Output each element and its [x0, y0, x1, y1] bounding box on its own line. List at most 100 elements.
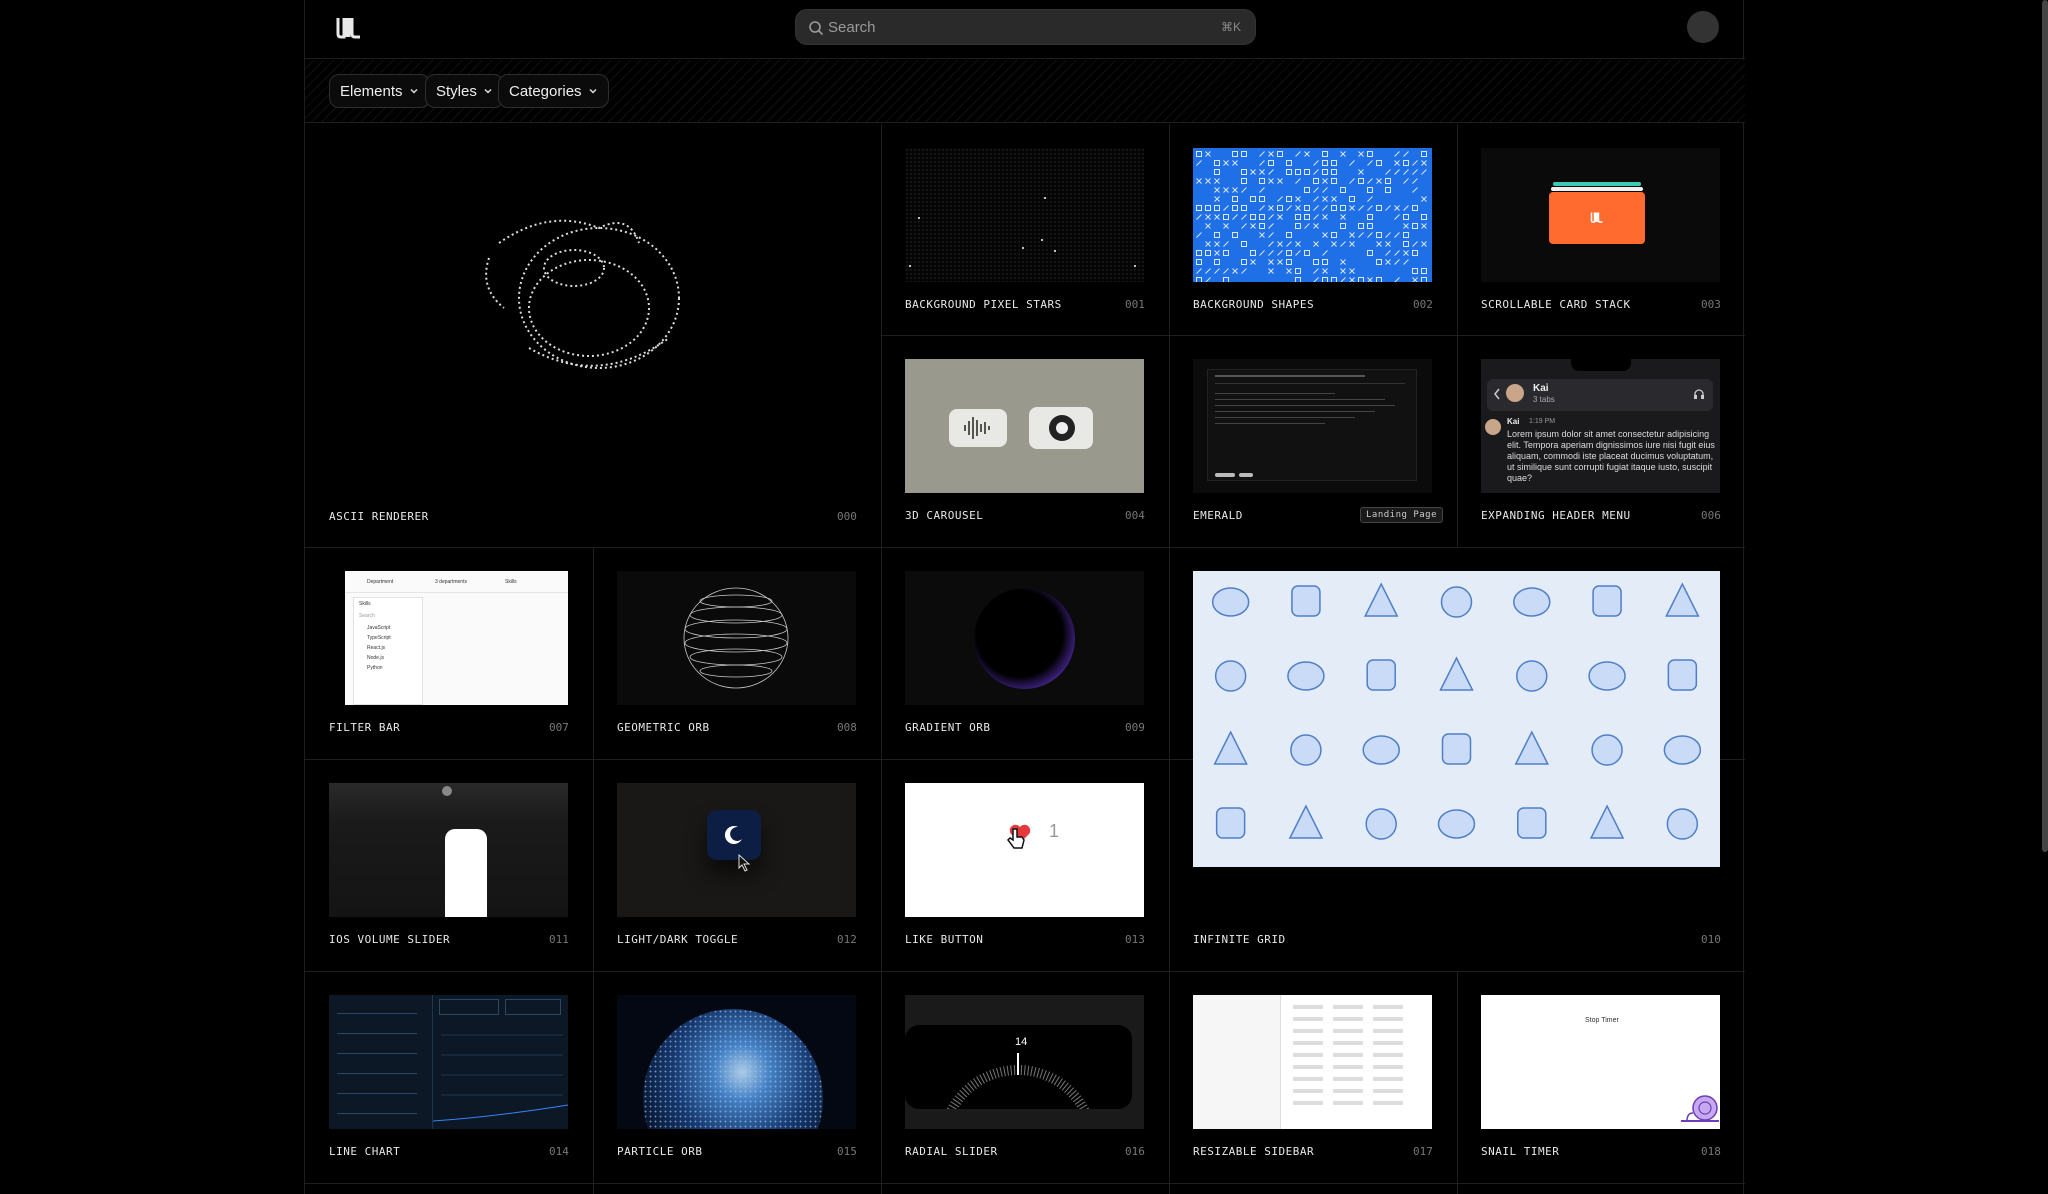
- pattern-shape: [1304, 205, 1310, 211]
- card-number: 006: [1701, 509, 1721, 522]
- pattern-shape: [1403, 214, 1409, 220]
- component-grid: ASCII Renderer 000 Background Pixel Star…: [305, 124, 1745, 1194]
- search-input[interactable]: Search ⌘K: [795, 9, 1256, 45]
- pattern-shape: [1385, 250, 1391, 256]
- card-thumbnail: Department 3 departments Skills Skills S…: [345, 571, 568, 705]
- card-line-chart[interactable]: Line Chart 014: [305, 971, 593, 1183]
- pattern-shape: [1376, 241, 1382, 247]
- card-title: Gradient Orb: [905, 721, 991, 734]
- pattern-shape: [1322, 205, 1328, 211]
- grid-icon: [1588, 661, 1626, 691]
- pattern-shape: [1412, 187, 1418, 193]
- pattern-shape: [1349, 277, 1355, 282]
- card-ascii-renderer[interactable]: ASCII Renderer 000: [305, 124, 881, 547]
- card-emerald[interactable]: Emerald Landing Page: [1169, 335, 1457, 547]
- card-snail-timer[interactable]: Stop Timer Snail Timer 018: [1457, 971, 1745, 1183]
- pattern-shape: [1241, 268, 1247, 274]
- card-thumbnail: [617, 571, 856, 705]
- card-thumbnail: [905, 359, 1144, 493]
- card-number: 018: [1701, 1145, 1721, 1158]
- pattern-shape: [1394, 151, 1400, 157]
- card-thumbnail: [329, 783, 568, 917]
- pattern-shape: [1223, 241, 1229, 247]
- card-infinite-grid[interactable]: Infinite Grid 010: [1169, 547, 1745, 971]
- pattern-shape: [1259, 196, 1265, 202]
- radial-tick: [1006, 1065, 1009, 1076]
- grid-icon: [1365, 808, 1397, 840]
- pattern-shape: [1367, 187, 1373, 193]
- card-title: ASCII Renderer: [329, 510, 429, 523]
- grid-icon: [1514, 730, 1549, 765]
- menu-title: Skills: [359, 601, 371, 607]
- user-avatar[interactable]: [1687, 11, 1719, 43]
- pattern-shape: [1286, 205, 1292, 211]
- styles-dropdown[interactable]: Styles: [425, 74, 504, 108]
- pattern-shape: [1286, 250, 1292, 256]
- pattern-shape: [1295, 277, 1301, 282]
- pattern-shape: [1367, 277, 1373, 282]
- card-ios-volume-slider[interactable]: iOS Volume Slider 011: [305, 759, 593, 971]
- card-title: Like Button: [905, 933, 984, 946]
- card-number: 000: [837, 510, 857, 523]
- radial-tick: [1048, 1072, 1054, 1083]
- filter-token: 3 departments: [435, 579, 467, 585]
- card-3d-carousel[interactable]: 3D Carousel 004: [881, 335, 1169, 547]
- card-gradient-orb[interactable]: Gradient Orb 009: [881, 547, 1169, 759]
- pattern-shape: [1286, 259, 1292, 265]
- card-radial-slider[interactable]: 14 Radial Slider 016: [881, 971, 1169, 1183]
- brand-logo-icon[interactable]: [335, 13, 363, 41]
- pattern-shape: [1232, 214, 1238, 220]
- card-thumbnail: [617, 995, 856, 1129]
- card-geometric-orb[interactable]: Geometric Orb 008: [593, 547, 881, 759]
- pattern-shape: [1313, 160, 1319, 166]
- card-resizable-sidebar[interactable]: Resizable Sidebar 017: [1169, 971, 1457, 1183]
- grid-icon: [1663, 735, 1702, 765]
- pattern-shape: [1268, 151, 1274, 157]
- pattern-shape: [1349, 232, 1355, 238]
- card-title: Particle Orb: [617, 1145, 703, 1158]
- card-thumbnail: Kai 3 tabs Kai 1:19 PM Lorem ipsum dolor…: [1481, 359, 1720, 493]
- elements-dropdown[interactable]: Elements: [329, 74, 430, 108]
- pattern-shape: [1322, 214, 1328, 220]
- card-number: 014: [549, 1145, 569, 1158]
- pattern-shape: [1340, 268, 1346, 274]
- pattern-shape: [1304, 187, 1310, 193]
- grid-icon: [1513, 587, 1551, 617]
- pattern-shape: [1205, 250, 1211, 256]
- grid-icon: [1667, 659, 1698, 691]
- card-like-button[interactable]: 1 Like Button 013: [881, 759, 1169, 971]
- pattern-shape: [1412, 205, 1418, 211]
- pattern-shape: [1214, 241, 1220, 247]
- pattern-shape: [1394, 232, 1400, 238]
- pattern-shape: [1259, 205, 1265, 211]
- pattern-shape: [1358, 277, 1364, 282]
- card-title: Resizable Sidebar: [1193, 1145, 1315, 1158]
- pattern-shape: [1358, 151, 1364, 157]
- card-number: 010: [1701, 933, 1721, 946]
- radial-tick: [992, 1068, 997, 1079]
- pattern-shape: [1196, 205, 1202, 211]
- card-title: Filter Bar: [329, 721, 401, 734]
- categories-dropdown[interactable]: Categories: [498, 74, 609, 108]
- pattern-shape: [1367, 160, 1373, 166]
- page-scrollbar[interactable]: [2042, 0, 2048, 852]
- card-background-pixel-stars[interactable]: Background Pixel Stars 001: [881, 124, 1169, 335]
- card-scrollable-card-stack[interactable]: Scrollable Card Stack 003: [1457, 124, 1745, 335]
- pattern-shape: [1412, 277, 1418, 282]
- card-title: Background Shapes: [1193, 298, 1315, 311]
- pattern-shape: [1394, 160, 1400, 166]
- pattern-shape: [1223, 214, 1229, 220]
- card-particle-orb[interactable]: Particle Orb 015: [593, 971, 881, 1183]
- card-thumbnail: [1193, 995, 1432, 1129]
- pattern-shape: [1232, 268, 1238, 274]
- pattern-shape: [1412, 250, 1418, 256]
- card-background-shapes[interactable]: Background Shapes 002: [1169, 124, 1457, 335]
- pattern-shape: [1322, 277, 1328, 282]
- pattern-shape: [1403, 160, 1409, 166]
- card-filter-bar[interactable]: Department 3 departments Skills Skills S…: [305, 547, 593, 759]
- card-light-dark-toggle[interactable]: Light/Dark Toggle 012: [593, 759, 881, 971]
- pattern-shape: [1268, 250, 1274, 256]
- card-expanding-header-menu[interactable]: Kai 3 tabs Kai 1:19 PM Lorem ipsum dolor…: [1457, 335, 1745, 547]
- search-shortcut: ⌘K: [1220, 20, 1241, 34]
- pattern-shape: [1322, 268, 1328, 274]
